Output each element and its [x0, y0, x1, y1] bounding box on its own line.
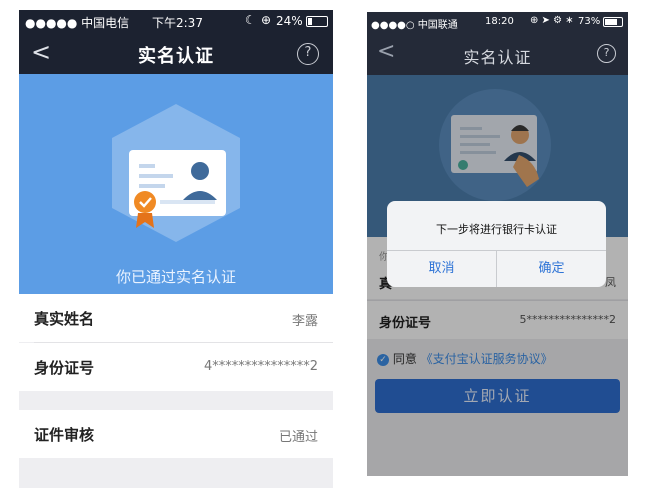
status-bar: ●●●●○ 中国联通 18:20 ⊕ ➤ ⚙ ∗ 73% [367, 12, 628, 32]
clock: 下午2:37 [152, 16, 203, 30]
help-icon[interactable]: ? [597, 44, 616, 63]
battery-icon [306, 16, 328, 27]
confirm-dialog: 下一步将进行银行卡认证 取消 确定 [387, 201, 606, 287]
verified-message: 你已通过实名认证 [115, 268, 236, 286]
help-icon[interactable]: ? [297, 43, 319, 65]
page-title: 实名认证 [463, 48, 532, 67]
row-label: 身份证号 [34, 359, 95, 377]
verified-banner: 你已通过实名认证 [19, 74, 333, 304]
row-value: 4***************2 [203, 359, 318, 374]
cancel-button[interactable]: 取消 [387, 250, 496, 287]
screen-bank-card-prompt: ●●●●○ 中国联通 18:20 ⊕ ➤ ⚙ ∗ 73% < 实名认证 ? 你 [367, 12, 628, 476]
row-label: 真实姓名 [34, 310, 95, 328]
confirm-button[interactable]: 确定 [497, 250, 606, 287]
nav-bar: < 实名认证 ? [19, 32, 333, 74]
row-value: 已通过 [278, 430, 318, 445]
dialog-message: 下一步将进行银行卡认证 [436, 223, 557, 236]
row-document-review: 证件审核 已通过 [19, 410, 333, 458]
screen-verified: ●●●●● 中国电信 下午2:37 ☾ ⊕ 24% < 实名认证 ? 你已通过实… [19, 10, 333, 488]
row-value: 李露 [291, 314, 318, 329]
battery-icon [603, 17, 623, 27]
person-head-icon [191, 162, 209, 180]
clock: 18:20 [485, 16, 514, 27]
status-bar: ●●●●● 中国电信 下午2:37 ☾ ⊕ 24% [19, 10, 333, 32]
id-card-illustration [112, 104, 240, 242]
page-title: 实名认证 [138, 46, 214, 67]
rotation-lock-icon: ⊕ [261, 13, 272, 27]
moon-icon: ☾ [245, 13, 256, 27]
battery-percent: 73% [578, 16, 601, 27]
nav-bar: < 实名认证 ? [367, 32, 628, 75]
carrier-label: ●●●●○ 中国联通 [371, 20, 458, 31]
battery-percent: 24% [276, 14, 303, 28]
location-icon: ⊕ ➤ ⚙ ∗ [530, 15, 574, 26]
carrier-label: ●●●●● 中国电信 [25, 16, 130, 30]
row-id-number: 身份证号 4***************2 [19, 343, 333, 391]
row-real-name: 真实姓名 李露 [19, 294, 333, 342]
row-label: 证件审核 [34, 426, 95, 444]
badge-icon [134, 191, 156, 213]
